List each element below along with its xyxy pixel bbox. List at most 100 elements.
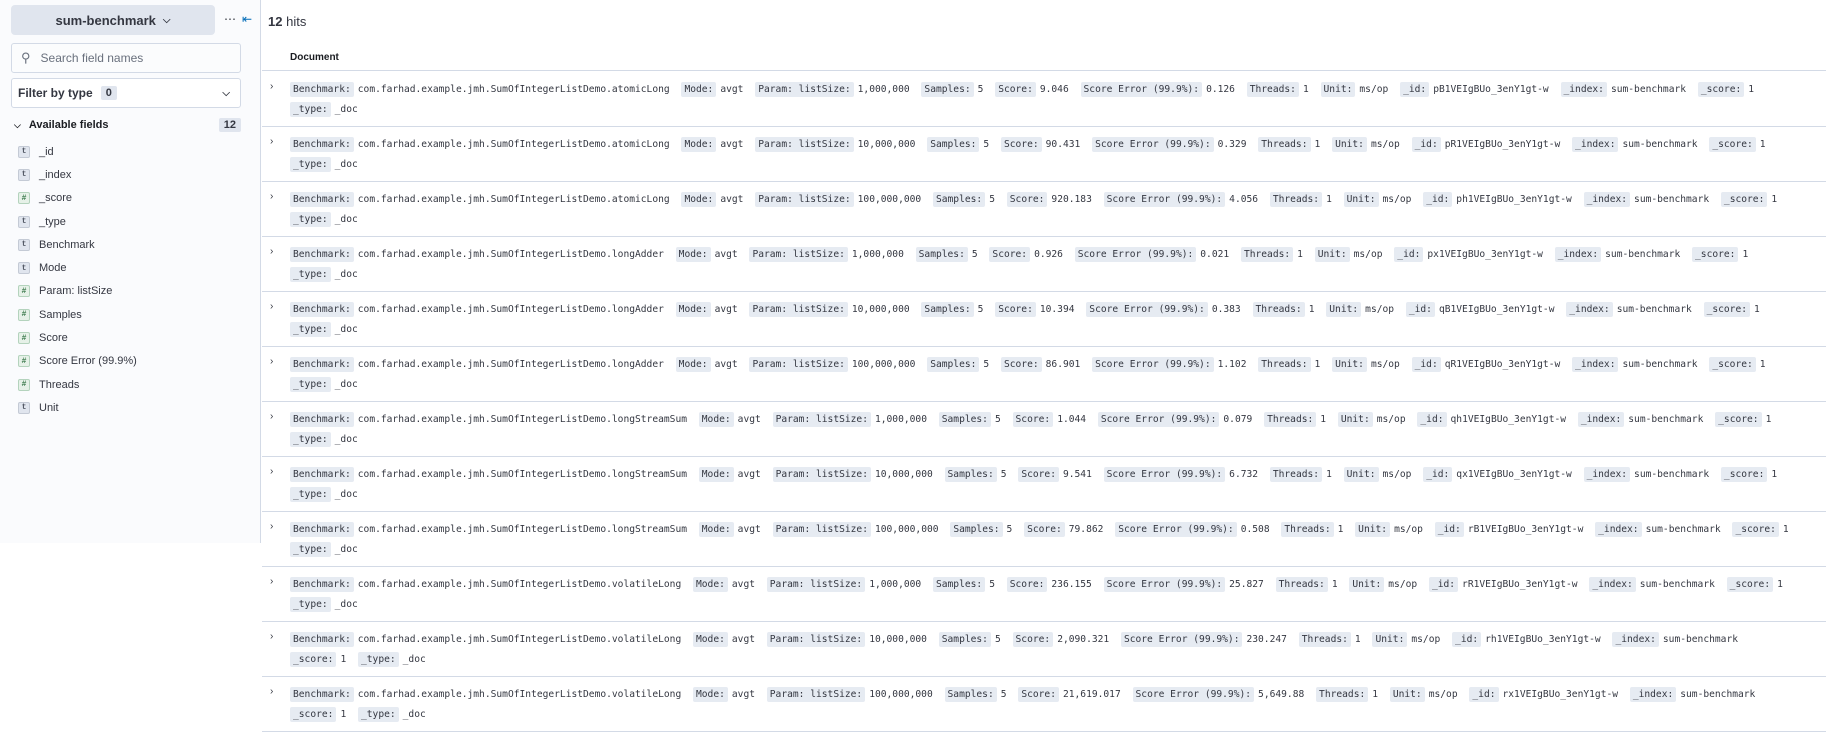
filter-by-type-button[interactable]: Filter by type 0 ⌵: [11, 78, 241, 108]
document-summary: Benchmark: com.farhad.example.jmh.SumOfIn…: [290, 685, 1806, 724]
expand-row-icon[interactable]: ›: [270, 466, 273, 477]
field-key: Mode:: [693, 687, 728, 702]
field-value: 1.044: [1057, 414, 1087, 425]
field-key: _score:: [1709, 137, 1756, 152]
field-value: 5,649.88: [1258, 689, 1305, 700]
field-value: _doc: [334, 378, 358, 390]
field-key: Score Error (99.9%):: [1103, 467, 1226, 482]
field-item[interactable]: t Unit: [18, 396, 238, 419]
field-key: Benchmark:: [290, 357, 354, 372]
field-key: Samples:: [927, 357, 980, 372]
field-key: Threads:: [1258, 357, 1311, 372]
field-value: 1: [1326, 469, 1332, 480]
field-value: _doc: [402, 653, 426, 665]
field-value: ms/op: [1388, 579, 1418, 590]
table-row: › Benchmark: com.farhad.example.jmh.SumOfI…: [262, 237, 1826, 292]
sidebar-top-icons: ⋯ ⇤: [224, 12, 252, 26]
search-icon: ⚲: [21, 50, 31, 65]
field-key: Score Error (99.9%):: [1074, 247, 1197, 262]
field-key: Benchmark:: [290, 522, 354, 537]
field-value: avgt: [714, 304, 738, 315]
field-key: Benchmark:: [290, 687, 354, 702]
field-value: com.farhad.example.jmh.SumOfIntegerListD…: [357, 414, 687, 425]
field-key: _index:: [1572, 137, 1619, 152]
collapse-sidebar-icon[interactable]: ⇤: [242, 12, 252, 26]
expand-row-icon[interactable]: ›: [270, 81, 273, 92]
field-key: Param: listSize:: [749, 302, 848, 317]
field-key: Unit:: [1343, 467, 1379, 482]
field-item[interactable]: # Score: [18, 326, 238, 349]
field-value: 100,000,000: [874, 524, 939, 535]
field-key: Score Error (99.9%):: [1103, 192, 1226, 207]
field-item[interactable]: # _score: [18, 187, 238, 210]
expand-row-icon[interactable]: ›: [270, 686, 273, 697]
field-item[interactable]: t _index: [18, 163, 238, 186]
field-key: Score:: [1018, 467, 1059, 482]
field-key: Mode:: [675, 357, 711, 372]
field-value: 0.079: [1223, 414, 1253, 425]
expand-row-icon[interactable]: ›: [270, 136, 273, 147]
field-value: 1: [340, 653, 347, 665]
field-value: 1: [1337, 524, 1344, 535]
expand-row-icon[interactable]: ›: [270, 191, 273, 202]
field-key: Unit:: [1314, 247, 1350, 262]
field-value: sum-benchmark: [1645, 524, 1721, 535]
field-item[interactable]: # Samples: [18, 303, 238, 326]
field-value: qB1VEIgBUo_3enY1gt-w: [1438, 304, 1555, 315]
field-key: Score Error (99.9%):: [1115, 522, 1237, 537]
expand-row-icon[interactable]: ›: [270, 356, 273, 367]
search-field-input[interactable]: [38, 50, 219, 66]
field-key: Benchmark:: [290, 467, 354, 482]
field-value: 10,000,000: [851, 304, 910, 315]
field-key: _type:: [290, 376, 331, 392]
field-item[interactable]: t _id: [18, 140, 238, 163]
field-value: 1: [1777, 579, 1783, 590]
field-key: Benchmark:: [290, 137, 354, 152]
field-item[interactable]: # Score Error (99.9%): [18, 350, 238, 373]
field-key: Benchmark:: [290, 632, 354, 647]
field-search[interactable]: ⚲: [11, 43, 241, 73]
field-item[interactable]: t Benchmark: [18, 233, 238, 256]
field-key: _type:: [290, 101, 331, 117]
string-type-icon: t: [18, 401, 30, 414]
number-type-icon: #: [18, 192, 30, 205]
field-key: Threads:: [1281, 522, 1334, 537]
field-value: rB1VEIgBUo_3enY1gt-w: [1467, 524, 1584, 535]
field-key: Threads:: [1264, 412, 1317, 427]
field-value: 100,000,000: [869, 689, 933, 700]
field-key: Mode:: [681, 137, 717, 152]
field-key: _score:: [1726, 577, 1774, 592]
available-fields-toggle[interactable]: ⌵ Available fields 12: [14, 116, 241, 134]
field-key: Unit:: [1355, 522, 1391, 537]
field-value: avgt: [720, 194, 744, 205]
expand-row-icon[interactable]: ›: [270, 631, 273, 642]
field-value: 6.732: [1229, 469, 1259, 480]
field-key: _score:: [1697, 82, 1745, 97]
more-options-icon[interactable]: ⋯: [224, 12, 236, 26]
hits-counter: 12 hits: [268, 14, 306, 29]
field-item[interactable]: t Mode: [18, 256, 238, 279]
expand-row-icon[interactable]: ›: [270, 411, 273, 422]
field-item[interactable]: # Threads: [18, 373, 238, 396]
field-value: sum-benchmark: [1680, 689, 1756, 700]
field-key: Param: listSize:: [772, 412, 871, 427]
field-value: rh1VEIgBUo_3enY1gt-w: [1485, 634, 1601, 645]
expand-row-icon[interactable]: ›: [270, 246, 273, 257]
expand-row-icon[interactable]: ›: [270, 301, 273, 312]
field-item[interactable]: # Param: listSize: [18, 280, 238, 303]
field-value: com.farhad.example.jmh.SumOfIntegerListD…: [357, 304, 664, 315]
field-key: _index:: [1612, 632, 1659, 647]
field-value: 0.329: [1217, 139, 1247, 150]
field-key: Score Error (99.9%):: [1097, 412, 1220, 427]
expand-row-icon[interactable]: ›: [270, 576, 273, 587]
filter-by-type-label: Filter by type: [18, 86, 93, 100]
field-value: pB1VEIgBUo_3enY1gt-w: [1433, 84, 1549, 95]
field-key: Mode:: [681, 82, 717, 97]
expand-row-icon[interactable]: ›: [270, 521, 273, 532]
document-summary: Benchmark: com.farhad.example.jmh.SumOfIn…: [290, 300, 1806, 339]
index-pattern-selector[interactable]: sum-benchmark ⌵: [11, 5, 215, 35]
field-value: avgt: [737, 414, 761, 425]
field-item[interactable]: t _type: [18, 210, 238, 233]
field-key: Unit:: [1332, 357, 1367, 372]
number-type-icon: #: [18, 355, 30, 368]
